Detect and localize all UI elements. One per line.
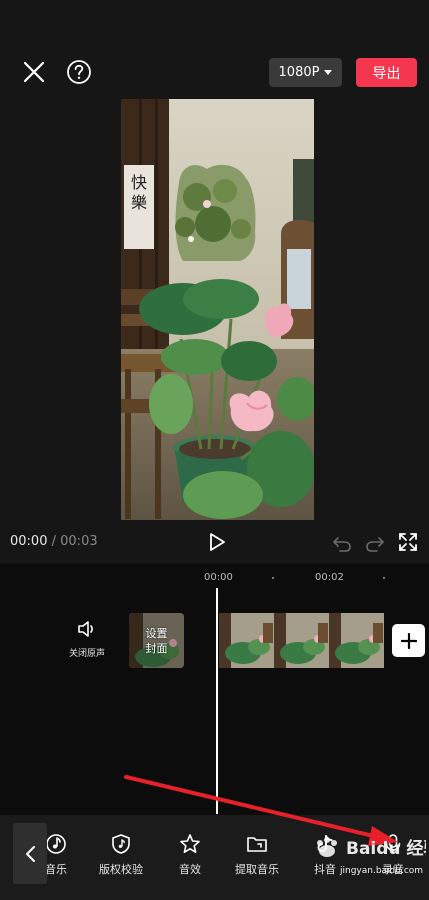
annotation-arrow	[124, 775, 398, 846]
watermark-url: jingyan.baidu.com	[340, 866, 424, 876]
watermark-brand: Baidu 经验	[346, 838, 426, 859]
